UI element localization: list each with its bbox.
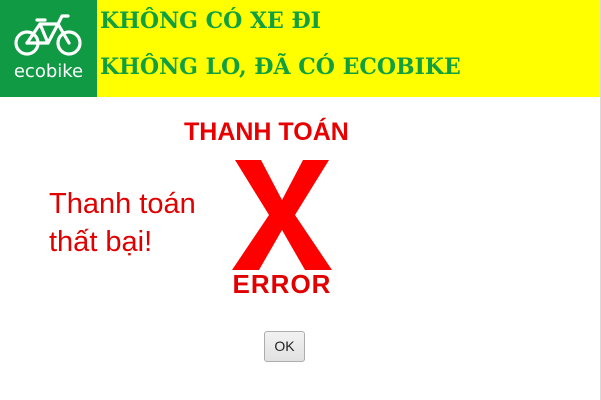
error-x-icon xyxy=(232,160,332,270)
slogan-line-2: KHÔNG LO, ĐÃ CÓ ECOBIKE xyxy=(100,54,461,80)
error-graphic: ERROR xyxy=(226,160,338,302)
header-banner: ecobike KHÔNG CÓ XE ĐI KHÔNG LO, ĐÃ CÓ E… xyxy=(0,0,600,97)
payment-result-window: ecobike KHÔNG CÓ XE ĐI KHÔNG LO, ĐÃ CÓ E… xyxy=(0,0,601,400)
payment-failed-message: Thanh toán thất bại! xyxy=(49,188,196,258)
ecobike-logo: ecobike xyxy=(0,0,97,97)
slogan-line-1: KHÔNG CÓ XE ĐI xyxy=(100,8,321,34)
ok-button[interactable]: OK xyxy=(264,331,305,362)
bicycle-icon xyxy=(14,14,82,56)
logo-text: ecobike xyxy=(13,61,84,82)
error-label: ERROR xyxy=(232,269,332,299)
payment-title: THANH TOÁN xyxy=(184,118,349,146)
